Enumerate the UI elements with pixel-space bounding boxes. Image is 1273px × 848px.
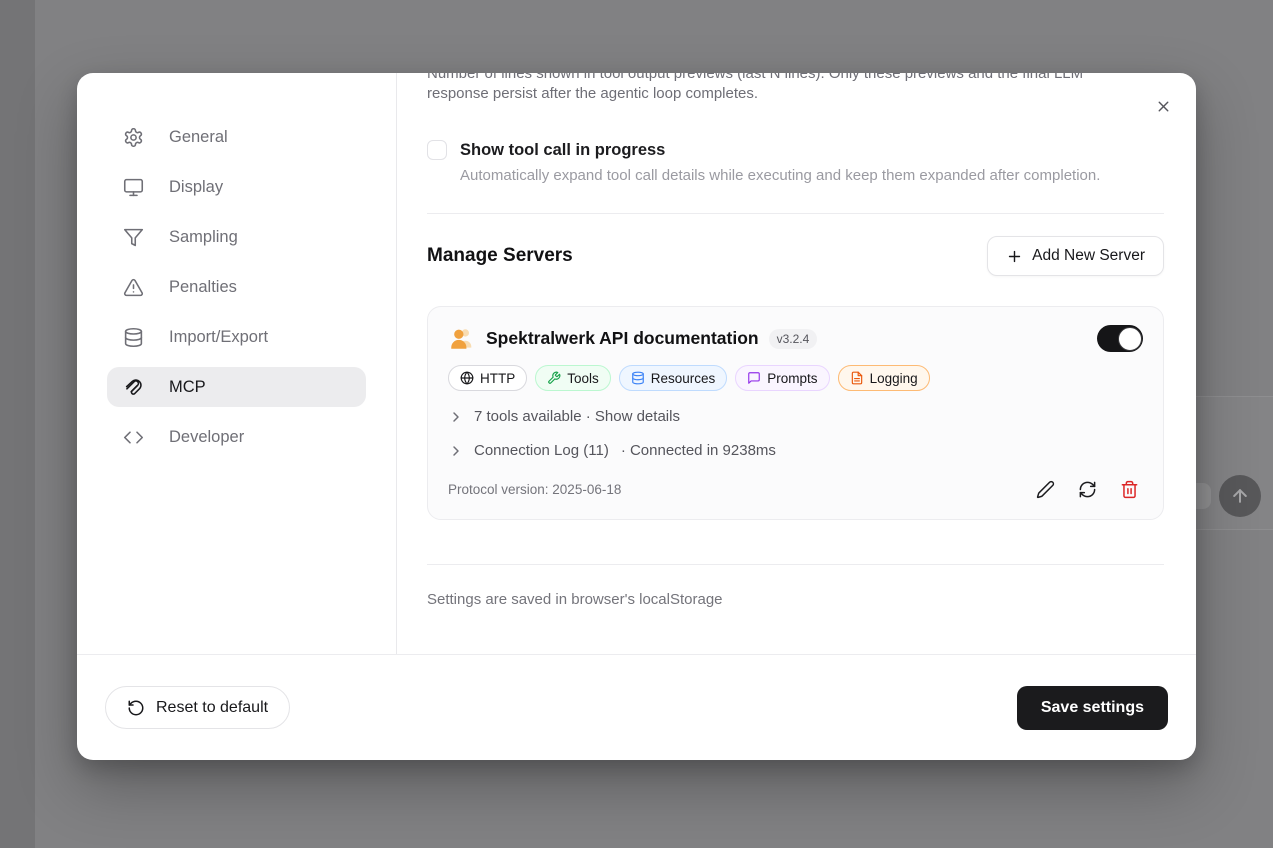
- globe-icon: [460, 371, 474, 385]
- settings-content: Number of lines shown in tool output pre…: [397, 73, 1196, 654]
- mcp-icon: [125, 378, 142, 395]
- protocol-version: Protocol version: 2025-06-18: [448, 482, 622, 497]
- capability-label: Resources: [650, 370, 716, 386]
- sidebar-item-developer[interactable]: Developer: [107, 417, 366, 457]
- sidebar-item-sampling[interactable]: Sampling: [107, 217, 366, 257]
- file-text-icon: [850, 371, 864, 385]
- code-icon: [123, 430, 144, 444]
- sidebar-item-label: MCP: [169, 378, 206, 397]
- checkbox-label[interactable]: Show tool call in progress: [460, 139, 1100, 161]
- server-name: Spektralwerk API documentation: [486, 328, 759, 348]
- alert-triangle-icon: [123, 278, 144, 296]
- capability-tag-http: HTTP: [448, 365, 528, 391]
- trash-icon: [1121, 480, 1138, 499]
- connection-status: · Connected in 9238ms: [620, 442, 776, 459]
- settings-sidebar: General Display Sampling Penalties Import/Ex…: [77, 73, 397, 654]
- arrow-up-icon: [1233, 489, 1247, 503]
- server-enabled-toggle[interactable]: [1097, 325, 1143, 352]
- send-button: [1219, 475, 1261, 517]
- tools-available-row[interactable]: 7 tools available · Show details: [448, 408, 1143, 425]
- sidebar-item-display[interactable]: Display: [107, 167, 366, 207]
- dialog-footer: Reset to default Save settings: [77, 654, 1196, 760]
- save-settings-button[interactable]: Save settings: [1016, 685, 1168, 730]
- checkbox-description: Automatically expand tool call details w…: [460, 167, 1101, 184]
- settings-dialog: General Display Sampling Penalties Import/Ex…: [77, 73, 1196, 760]
- connection-log-label[interactable]: Connection Log (11): [474, 442, 609, 459]
- add-new-server-label: Add New Server: [1032, 247, 1145, 264]
- server-actions: [1036, 480, 1143, 499]
- capability-tag-tools: Tools: [535, 365, 611, 391]
- reset-icon: [128, 700, 144, 715]
- sidebar-item-label: Sampling: [169, 228, 238, 247]
- file-text-icon: [851, 371, 862, 385]
- manage-servers-header: Manage Servers Add New Server: [427, 236, 1164, 276]
- capability-tag-logging: Logging: [837, 365, 930, 391]
- globe-icon: [460, 371, 474, 385]
- show-tool-call-checkbox[interactable]: [427, 140, 447, 160]
- edit-server-button[interactable]: [1036, 480, 1055, 499]
- server-card: Spektralwerk API documentation v3.2.4 HT…: [427, 306, 1164, 520]
- chevron-right-icon: [448, 409, 464, 425]
- message-square-icon: [747, 371, 761, 385]
- capability-label: Tools: [567, 370, 599, 386]
- monitor-icon: [123, 178, 144, 196]
- capability-tag-resources: Resources: [618, 365, 728, 391]
- manage-servers-heading: Manage Servers: [427, 245, 573, 266]
- capability-label: Logging: [869, 370, 918, 386]
- sidebar-item-general[interactable]: General: [107, 117, 366, 157]
- server-version-badge: v3.2.4: [768, 328, 818, 349]
- toggle-knob: [1117, 326, 1142, 351]
- sidebar-item-label: Developer: [169, 428, 245, 447]
- add-new-server-button[interactable]: Add New Server: [987, 236, 1164, 276]
- pencil-icon: [1036, 480, 1055, 499]
- setting-description-clipped: Number of lines shown in tool output pre…: [427, 73, 1084, 102]
- section-divider: [427, 564, 1164, 565]
- capability-label: Prompts: [767, 370, 818, 386]
- show-tool-call-option: Show tool call in progress Automatically…: [427, 139, 1164, 186]
- database-icon: [631, 371, 644, 385]
- server-card-header: Spektralwerk API documentation v3.2.4: [448, 325, 1143, 352]
- background-app-sidebar: [0, 0, 35, 848]
- reset-to-default-button[interactable]: Reset to default: [105, 686, 291, 729]
- message-square-icon: [748, 372, 761, 384]
- server-capability-tags: HTTP Tools Resources Prompts Logging: [448, 365, 1143, 391]
- delete-server-button[interactable]: [1120, 480, 1139, 499]
- close-icon: [1158, 101, 1168, 111]
- sidebar-item-mcp[interactable]: MCP: [107, 367, 366, 407]
- storage-note: Settings are saved in browser's localSto…: [427, 591, 723, 608]
- wrench-icon: [547, 371, 561, 385]
- sidebar-item-label: Import/Export: [169, 328, 269, 347]
- chevron-right-icon: [448, 443, 464, 459]
- gear-icon: [124, 127, 143, 147]
- capability-tag-prompts: Prompts: [735, 365, 830, 391]
- sidebar-item-label: General: [169, 128, 228, 147]
- capability-label: HTTP: [480, 370, 516, 386]
- database-icon: [124, 327, 143, 347]
- connection-log-row[interactable]: Connection Log (11) · Connected in 9238m…: [448, 442, 1143, 459]
- refresh-icon: [1079, 481, 1096, 498]
- close-button[interactable]: [1151, 94, 1175, 118]
- sidebar-item-import-export[interactable]: Import/Export: [107, 317, 366, 357]
- database-icon: [631, 371, 645, 385]
- sidebar-item-penalties[interactable]: Penalties: [107, 267, 366, 307]
- plus-icon: [1008, 250, 1021, 262]
- filter-icon: [123, 228, 144, 246]
- section-divider: [427, 213, 1164, 214]
- sidebar-item-label: Penalties: [169, 278, 237, 297]
- reset-to-default-label: Reset to default: [156, 698, 269, 716]
- sidebar-item-label: Display: [169, 178, 224, 197]
- server-bust-icon: [451, 328, 472, 349]
- tools-available-label[interactable]: 7 tools available · Show details: [474, 408, 680, 425]
- server-card-footer: Protocol version: 2025-06-18: [448, 480, 1143, 499]
- refresh-server-button[interactable]: [1078, 480, 1097, 499]
- wrench-icon: [548, 371, 561, 384]
